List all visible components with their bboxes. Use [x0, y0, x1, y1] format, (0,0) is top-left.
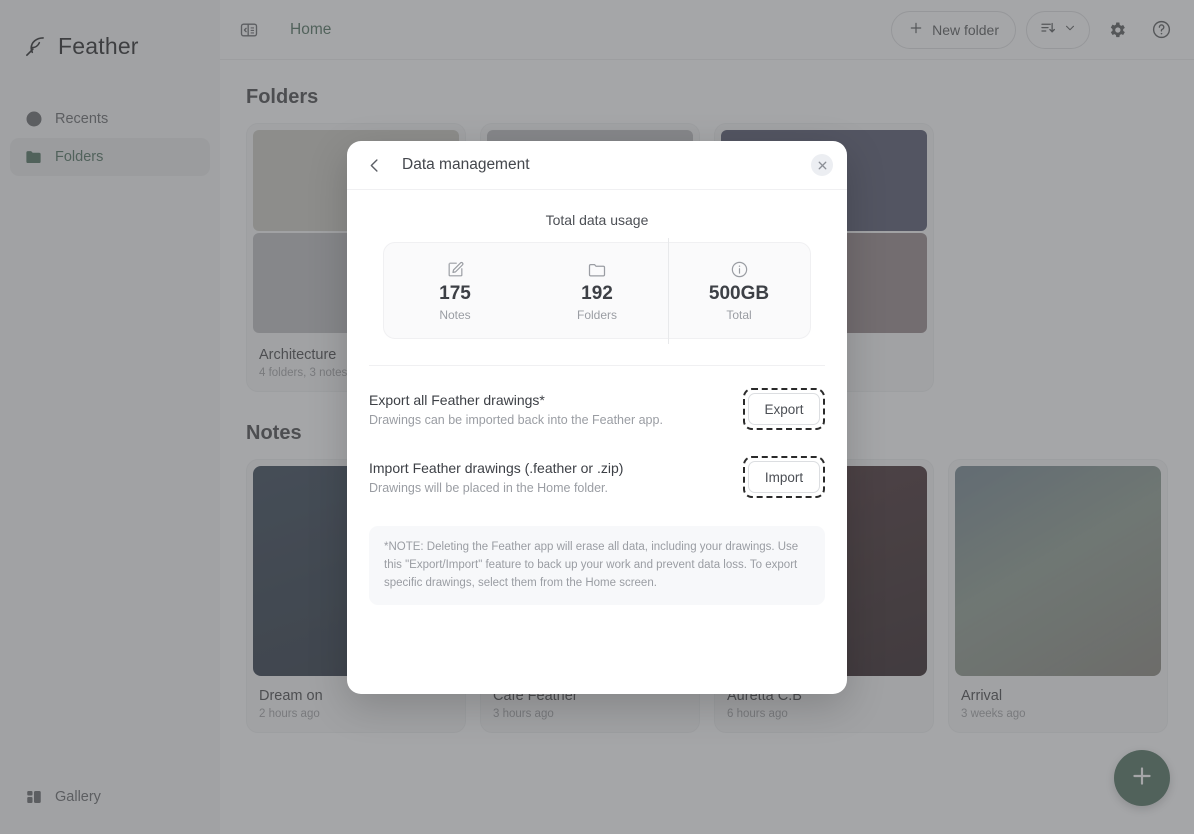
stat-value: 192 [581, 282, 613, 304]
import-row: Import Feather drawings (.feather or .zi… [369, 430, 825, 498]
folder-outline-icon [587, 260, 607, 280]
dialog-header: Data management [347, 141, 847, 190]
import-title: Import Feather drawings (.feather or .zi… [369, 459, 624, 476]
import-focus-ring: Import [743, 456, 825, 498]
import-text: Import Feather drawings (.feather or .zi… [369, 460, 743, 495]
stat-label: Folders [576, 307, 617, 322]
note-disclaimer: *NOTE: Deleting the Feather app will era… [369, 526, 825, 606]
dialog-title: Data management [402, 156, 530, 173]
app-root: Feather Recents Folders Gallery Home New… [0, 0, 1194, 834]
export-focus-ring: Export [743, 388, 825, 430]
export-button[interactable]: Export [748, 393, 820, 425]
export-text: Export all Feather drawings* Drawings ca… [369, 392, 743, 427]
stat-total: 500GB Total [668, 237, 810, 344]
data-management-dialog: Data management Total data usage 175 Not… [347, 141, 847, 694]
note-edit-icon [446, 260, 465, 280]
stat-label: Total [726, 307, 752, 322]
usage-stats-card: 175 Notes 192 Folders 500GB Total [383, 237, 811, 344]
info-circle-icon [730, 260, 749, 280]
stat-folders: 192 Folders [526, 260, 668, 322]
stat-value: 500GB [708, 282, 770, 304]
stat-notes: 175 Notes [384, 260, 526, 322]
stat-value: 175 [439, 282, 471, 304]
export-row: Export all Feather drawings* Drawings ca… [369, 366, 825, 430]
back-button[interactable] [361, 152, 387, 178]
close-button[interactable] [811, 154, 833, 176]
usage-heading: Total data usage [545, 212, 649, 228]
dialog-body: Total data usage 175 Notes 192 Folders 5… [347, 190, 847, 694]
export-title: Export all Feather drawings* [369, 391, 545, 408]
export-subtitle: Drawings can be imported back into the F… [369, 412, 663, 427]
import-subtitle: Drawings will be placed in the Home fold… [369, 480, 609, 495]
import-button[interactable]: Import [748, 461, 820, 493]
stat-label: Notes [439, 307, 471, 322]
